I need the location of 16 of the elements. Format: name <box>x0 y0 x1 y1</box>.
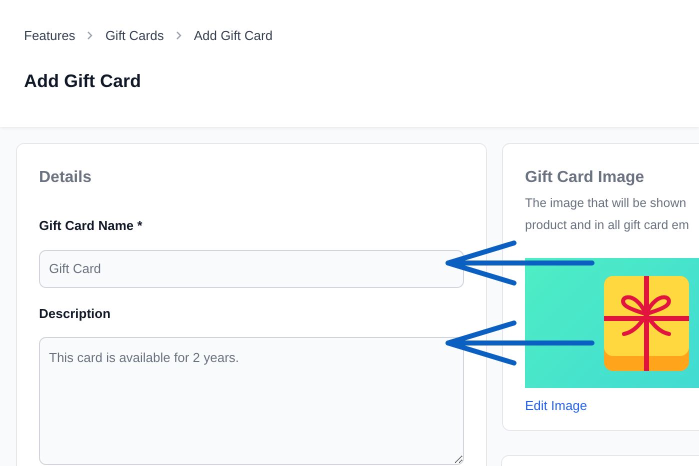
card-title: Gift Card Image <box>525 168 646 188</box>
name-field[interactable]: Gift Card <box>39 250 464 288</box>
page-title: Add Gift Card <box>24 70 142 92</box>
gift-box-icon <box>604 276 689 370</box>
breadcrumb-link[interactable]: Gift Cards <box>105 26 164 46</box>
chevron-icon <box>87 31 94 40</box>
description-text: The image that will be shown <box>525 195 688 212</box>
description-text: product and in all gift card em <box>525 217 690 234</box>
breadcrumb-link[interactable]: Add Gift Card <box>194 26 273 46</box>
chevron-icon <box>176 31 182 40</box>
edit-image-link[interactable]: Edit Image <box>525 396 588 416</box>
breadcrumb-link[interactable]: Features <box>24 26 76 46</box>
card-title: Details <box>39 168 92 188</box>
field-label: Description <box>39 304 112 323</box>
field-label: Gift Card Name * <box>39 217 144 235</box>
description-field[interactable]: This card is available for 2 years. <box>39 337 464 465</box>
